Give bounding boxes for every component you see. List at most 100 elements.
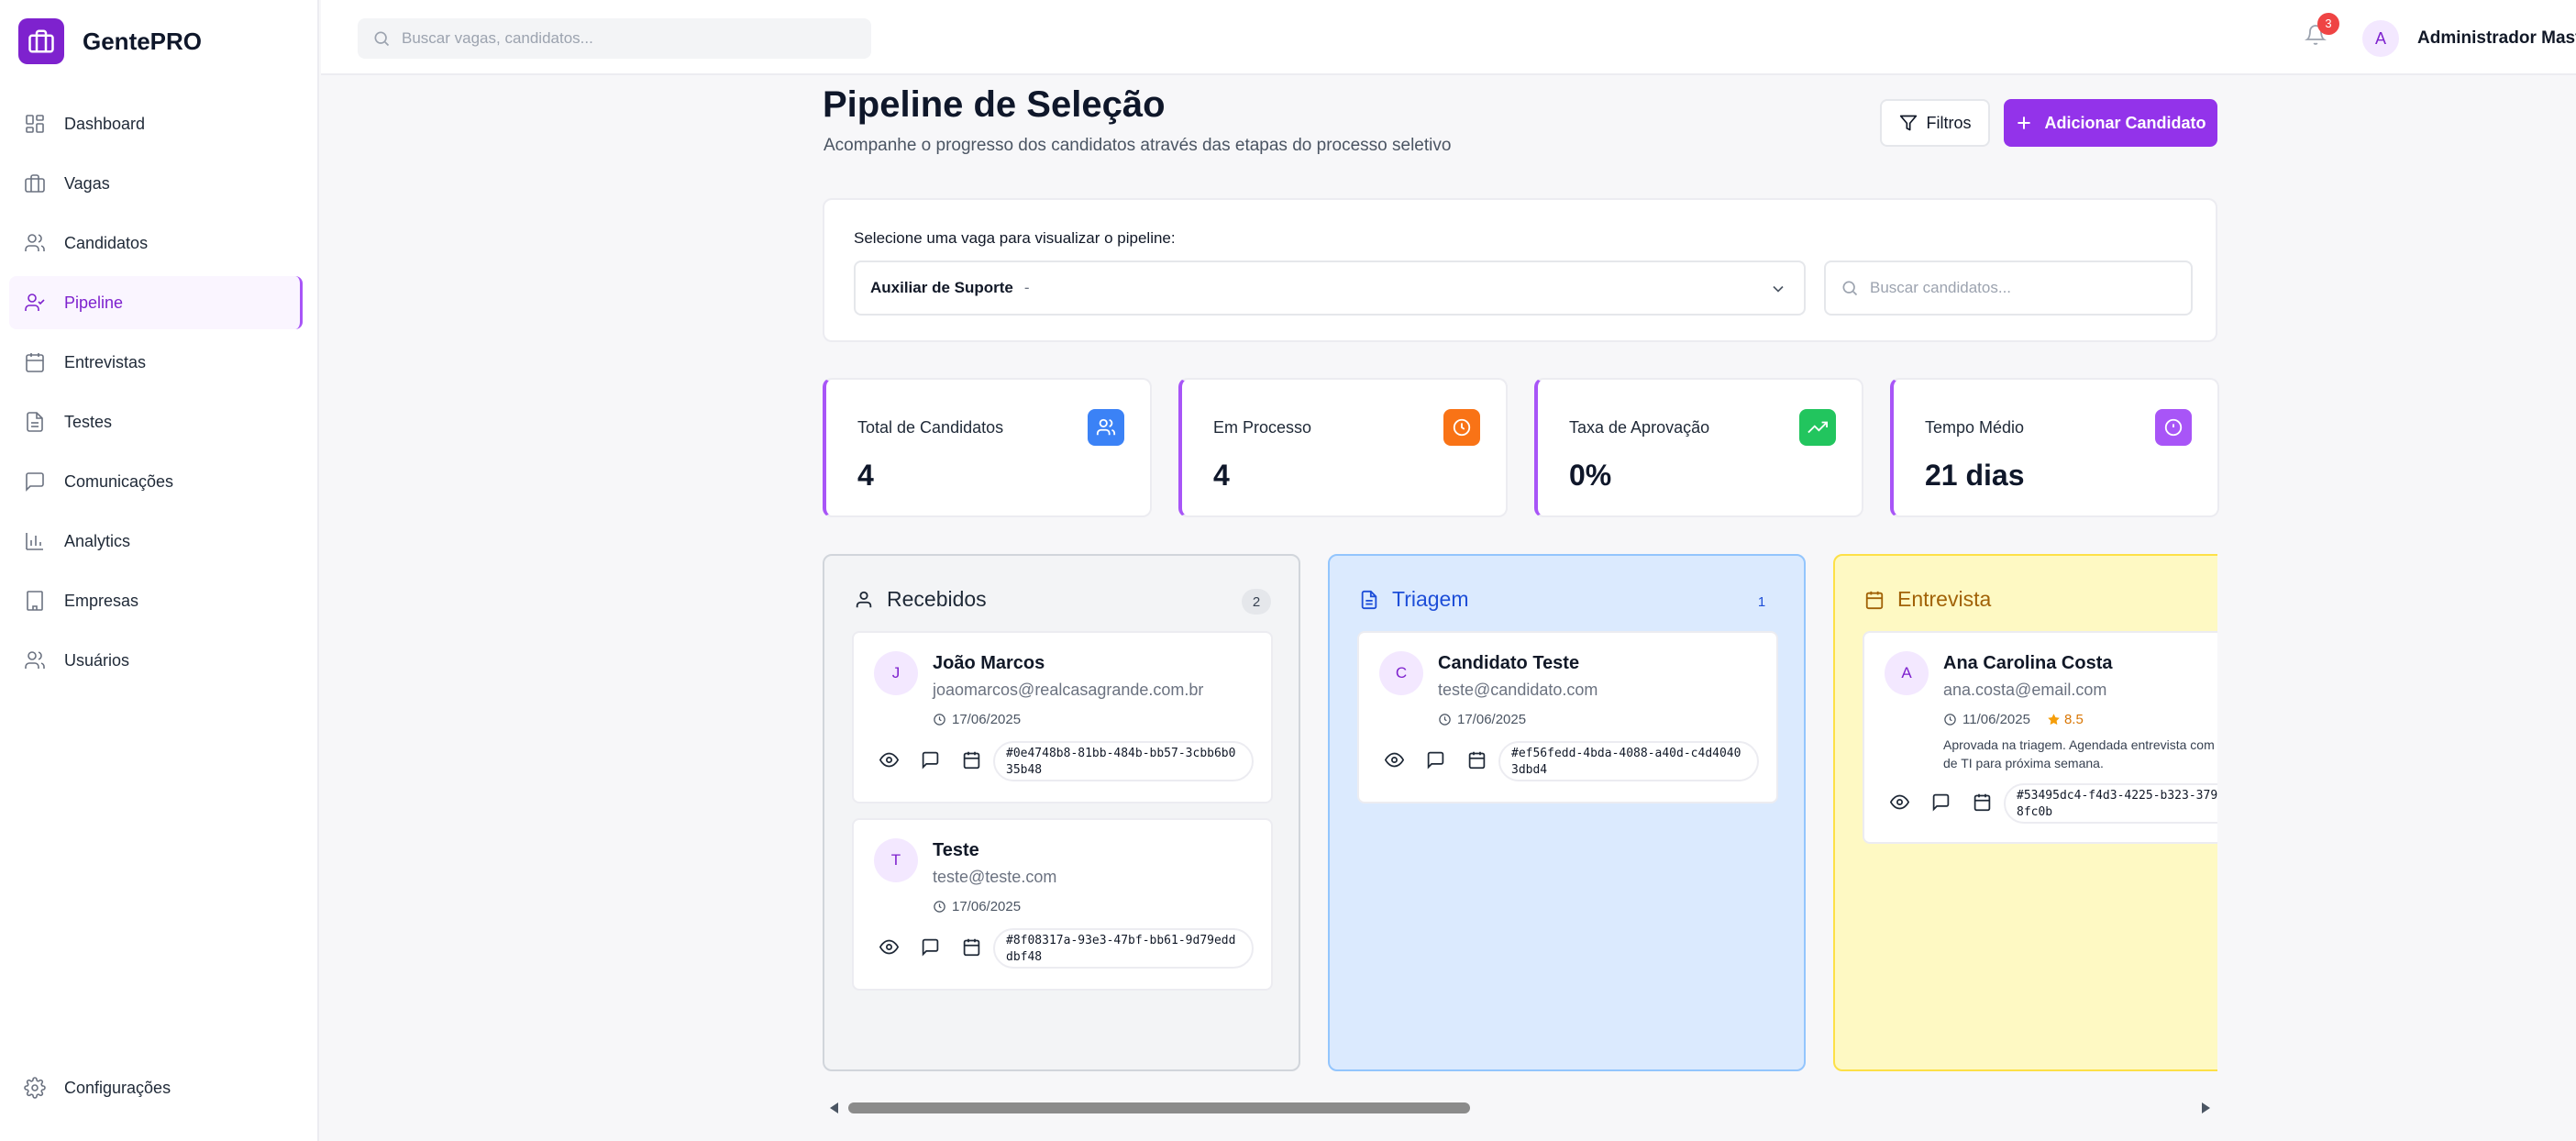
sidebar-item-comunicacoes[interactable]: Comunicações	[9, 455, 303, 508]
users-icon	[24, 232, 46, 254]
sidebar-item-testes[interactable]: Testes	[9, 395, 303, 449]
column-title: Recebidos	[887, 587, 987, 611]
sidebar-item-label: Empresas	[64, 591, 139, 610]
sidebar-item-dashboard[interactable]: Dashboard	[9, 97, 303, 150]
candidate-id-badge[interactable]: #8f08317a-93e3-47bf-bb61-9d79edddbf48	[993, 928, 1254, 969]
scrollbar-thumb[interactable]	[848, 1102, 1470, 1113]
user-icon	[854, 590, 874, 610]
candidate-search-input[interactable]	[1870, 279, 2182, 297]
candidate-id-badge[interactable]: #53495dc4-f4d3-4225-b323-379d1ca8fc0b	[2004, 783, 2217, 824]
sidebar-item-label: Analytics	[64, 531, 131, 550]
calendar-icon[interactable]	[962, 937, 981, 957]
clock-icon	[1943, 713, 1957, 726]
message-icon[interactable]	[921, 750, 940, 770]
stat-value: 21 dias	[1925, 459, 2025, 492]
briefcase-logo-icon	[18, 18, 64, 64]
global-search[interactable]	[358, 18, 871, 59]
sidebar-item-pipeline[interactable]: Pipeline	[9, 276, 303, 329]
candidate-name: João Marcos	[933, 653, 1045, 673]
filters-label: Filtros	[1926, 113, 1972, 132]
search-icon	[372, 29, 391, 48]
message-icon	[24, 471, 46, 493]
eye-icon[interactable]	[879, 937, 899, 957]
board-horizontal-scrollbar[interactable]	[823, 1099, 2217, 1117]
candidate-card[interactable]: A Ana Carolina Costa ana.costa@email.com…	[1863, 631, 2217, 844]
sidebar-item-vagas[interactable]: Vagas	[9, 157, 303, 210]
stat-value: 0%	[1569, 459, 1612, 492]
sidebar-item-label: Pipeline	[64, 293, 124, 312]
candidate-id-badge[interactable]: #ef56fedd-4bda-4088-a40d-c4d40403dbd4	[1498, 741, 1759, 781]
candidate-note: Aprovada na triagem. Agendada entrevista…	[1943, 737, 2217, 770]
sidebar: GentePRO Dashboard Vagas Candidatos Pipe…	[0, 0, 319, 1141]
pipeline-column-entrevista: Entrevista 1 A Ana Carolina Costa ana.co…	[1833, 554, 2217, 1071]
candidate-name: Candidato Teste	[1438, 653, 1580, 673]
sidebar-item-empresas[interactable]: Empresas	[9, 574, 303, 627]
sidebar-item-entrevistas[interactable]: Entrevistas	[9, 336, 303, 389]
clock-icon	[933, 900, 946, 914]
job-selector-label: Selecione uma vaga para visualizar o pip…	[854, 229, 1176, 247]
sidebar-item-usuarios[interactable]: Usuários	[9, 634, 303, 687]
users-icon	[24, 649, 46, 671]
filters-button[interactable]: Filtros	[1880, 99, 1990, 147]
column-header: Entrevista	[1864, 587, 1991, 612]
message-icon[interactable]	[1931, 792, 1951, 812]
candidate-card[interactable]: T Teste teste@teste.com 17/06/2025 #8f08…	[852, 818, 1273, 991]
candidate-email: teste@teste.com	[933, 868, 1057, 886]
pipeline-board[interactable]: Recebidos 2 J João Marcos joaomarcos@rea…	[823, 554, 2217, 1073]
candidate-email: ana.costa@email.com	[1943, 681, 2107, 699]
brand[interactable]: GentePRO	[18, 18, 202, 64]
bar-chart-icon	[24, 530, 46, 552]
sidebar-item-analytics[interactable]: Analytics	[9, 515, 303, 568]
column-header: Recebidos	[854, 587, 987, 612]
scroll-right-icon[interactable]	[2202, 1102, 2210, 1113]
candidate-actions	[1890, 792, 1992, 812]
sidebar-item-candidatos[interactable]: Candidatos	[9, 216, 303, 270]
stat-label: Tempo Médio	[1925, 418, 2025, 437]
column-count: 1	[1747, 589, 1776, 615]
eye-icon[interactable]	[879, 750, 899, 770]
notifications-button[interactable]: 3	[2305, 13, 2339, 51]
brand-name: GentePRO	[83, 27, 203, 55]
candidate-date-text: 17/06/2025	[952, 712, 1022, 727]
stat-label: Total de Candidatos	[857, 418, 1004, 437]
topbar: 3 A Administrador Master	[321, 0, 2576, 75]
file-text-icon	[1359, 590, 1379, 610]
star-icon	[2047, 713, 2061, 726]
sidebar-item-configuracoes[interactable]: Configurações	[9, 1061, 303, 1114]
avatar: C	[1379, 651, 1423, 695]
calendar-icon[interactable]	[1467, 750, 1487, 770]
avatar: J	[874, 651, 918, 695]
user-menu[interactable]: A Administrador Master	[2362, 20, 2576, 57]
candidate-id-badge[interactable]: #0e4748b8-81bb-484b-bb57-3cbb6b035b48	[993, 741, 1254, 781]
candidate-date-text: 17/06/2025	[1457, 712, 1527, 727]
stat-label: Taxa de Aprovação	[1569, 418, 1710, 437]
message-icon[interactable]	[921, 937, 940, 957]
page-subtitle: Acompanhe o progresso dos candidatos atr…	[824, 136, 1452, 155]
global-search-input[interactable]	[402, 29, 842, 48]
candidate-card[interactable]: C Candidato Teste teste@candidato.com 17…	[1357, 631, 1778, 803]
job-select[interactable]: Auxiliar de Suporte -	[854, 260, 1806, 316]
clock-icon	[1443, 409, 1480, 446]
filter-icon	[1899, 114, 1918, 132]
message-icon[interactable]	[1426, 750, 1445, 770]
candidate-search[interactable]	[1824, 260, 2193, 316]
stat-value: 4	[1213, 459, 1230, 492]
candidate-actions	[879, 937, 981, 957]
column-title: Entrevista	[1897, 587, 1992, 611]
candidate-date: 11/06/2025 8.5	[1943, 712, 2084, 727]
add-candidate-button[interactable]: Adicionar Candidato	[2004, 99, 2217, 147]
eye-icon[interactable]	[1385, 750, 1404, 770]
calendar-icon[interactable]	[1973, 792, 1992, 812]
scroll-left-icon[interactable]	[830, 1102, 838, 1113]
eye-icon[interactable]	[1890, 792, 1909, 812]
plus-icon	[2015, 114, 2033, 132]
stat-label: Em Processo	[1213, 418, 1312, 437]
pipeline-column-triagem: Triagem 1 C Candidato Teste teste@candid…	[1328, 554, 1806, 1071]
sidebar-item-label: Candidatos	[64, 233, 149, 252]
calendar-icon[interactable]	[962, 750, 981, 770]
candidate-actions	[1385, 750, 1487, 770]
users-icon	[1088, 409, 1124, 446]
building-icon	[24, 590, 46, 612]
gear-icon	[24, 1077, 46, 1099]
candidate-card[interactable]: J João Marcos joaomarcos@realcasagrande.…	[852, 631, 1273, 803]
